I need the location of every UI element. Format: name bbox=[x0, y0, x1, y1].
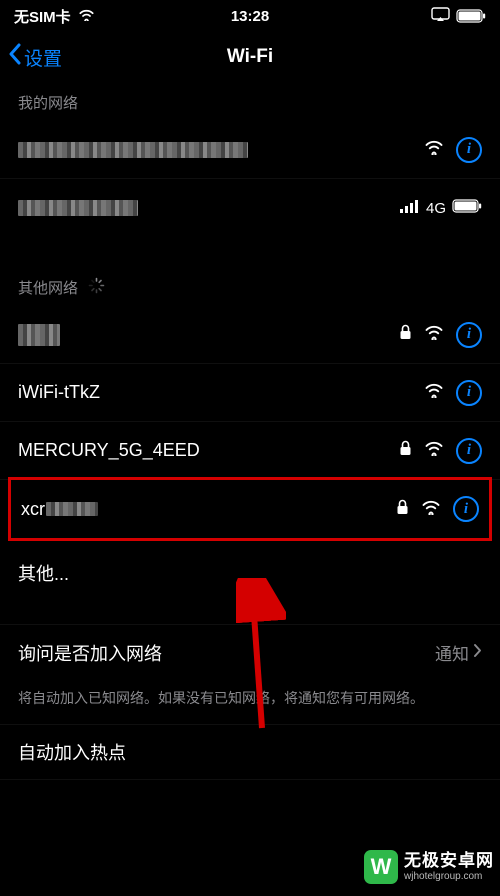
auto-hotspot-label: 自动加入热点 bbox=[18, 739, 482, 765]
chevron-left-icon bbox=[8, 43, 22, 71]
watermark-url: wjhotelgroup.com bbox=[404, 871, 494, 882]
info-icon[interactable]: i bbox=[456, 438, 482, 464]
watermark: W 无极安卓网 wjhotelgroup.com bbox=[364, 850, 494, 884]
airplay-icon bbox=[431, 7, 450, 26]
known-network-row[interactable]: i bbox=[0, 121, 500, 179]
signal-bars-icon bbox=[400, 199, 420, 218]
info-icon[interactable]: i bbox=[453, 496, 479, 522]
lock-icon bbox=[399, 440, 412, 461]
carrier-text: 无SIM卡 bbox=[14, 6, 71, 27]
network-name: iWiFi-tTkZ bbox=[18, 382, 424, 403]
network-name: xcr bbox=[21, 499, 45, 520]
other-network-label: 其他... bbox=[18, 560, 482, 586]
ask-to-join-label: 询问是否加入网络 bbox=[18, 640, 435, 666]
battery-icon bbox=[456, 9, 486, 23]
battery-icon bbox=[452, 199, 482, 218]
network-row[interactable]: xcr i bbox=[11, 480, 489, 538]
other-network-button[interactable]: 其他... bbox=[0, 544, 500, 602]
cellular-row[interactable]: 4G bbox=[0, 179, 500, 237]
nav-header: 设置 Wi-Fi bbox=[0, 32, 500, 82]
page-title: Wi-Fi bbox=[227, 46, 273, 68]
wifi-icon bbox=[424, 139, 444, 160]
lock-icon bbox=[396, 499, 409, 520]
network-row[interactable]: i bbox=[0, 306, 500, 364]
censored-text bbox=[18, 324, 60, 346]
auto-hotspot-row[interactable]: 自动加入热点 bbox=[0, 724, 500, 780]
watermark-brand: 无极安卓网 bbox=[404, 852, 494, 871]
section-my-networks: 我的网络 bbox=[0, 82, 500, 121]
wifi-icon bbox=[424, 324, 444, 345]
censored-text bbox=[18, 200, 138, 216]
lock-icon bbox=[399, 324, 412, 345]
chevron-right-icon bbox=[473, 643, 482, 663]
censored-text bbox=[46, 502, 98, 516]
ask-to-join-note: 将自动加入已知网络。如果没有已知网络，将通知您有可用网络。 bbox=[0, 680, 500, 724]
back-label: 设置 bbox=[24, 44, 62, 71]
status-bar: 无SIM卡 13:28 bbox=[0, 0, 500, 32]
back-button[interactable]: 设置 bbox=[8, 43, 62, 71]
highlight-annotation: xcr i bbox=[8, 477, 492, 541]
spinner-icon bbox=[88, 277, 105, 298]
network-name: MERCURY_5G_4EED bbox=[18, 440, 399, 461]
network-row[interactable]: MERCURY_5G_4EED i bbox=[0, 422, 500, 480]
cellular-label: 4G bbox=[426, 200, 446, 217]
section-other-networks: 其他网络 bbox=[0, 267, 500, 306]
info-icon[interactable]: i bbox=[456, 137, 482, 163]
info-icon[interactable]: i bbox=[456, 322, 482, 348]
censored-text bbox=[18, 142, 248, 158]
clock: 13:28 bbox=[231, 8, 269, 25]
wifi-icon bbox=[424, 440, 444, 461]
wifi-icon bbox=[78, 8, 95, 25]
watermark-logo: W bbox=[364, 850, 398, 884]
info-icon[interactable]: i bbox=[456, 380, 482, 406]
ask-to-join-row[interactable]: 询问是否加入网络 通知 bbox=[0, 624, 500, 680]
wifi-icon bbox=[424, 382, 444, 403]
network-row[interactable]: iWiFi-tTkZ i bbox=[0, 364, 500, 422]
ask-to-join-value: 通知 bbox=[435, 640, 469, 665]
wifi-icon bbox=[421, 499, 441, 520]
